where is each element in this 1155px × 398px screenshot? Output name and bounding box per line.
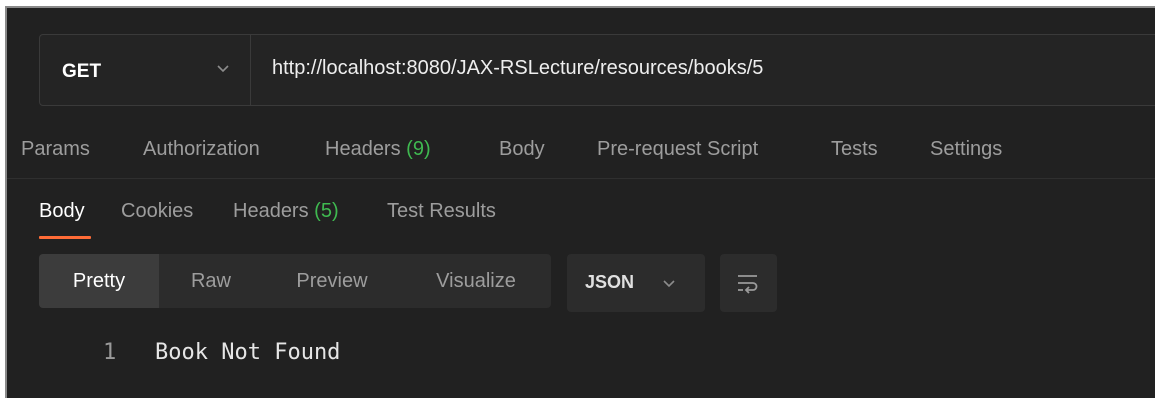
tab-pre-request-script[interactable]: Pre-request Script xyxy=(597,138,758,161)
line-number: 1 xyxy=(103,340,117,365)
response-tab-headers[interactable]: Headers (5) xyxy=(233,200,339,223)
method-label: GET xyxy=(62,61,102,82)
wrap-lines-icon xyxy=(738,275,758,294)
url-bar: GET http://localhost:8080/JAX-RSLecture/… xyxy=(39,34,1155,106)
method-select[interactable]: GET xyxy=(40,35,251,105)
active-tab-indicator xyxy=(39,236,91,239)
response-tab-headers-label: Headers xyxy=(233,200,309,222)
response-line-text: Book Not Found xyxy=(155,340,341,365)
postman-window: GET http://localhost:8080/JAX-RSLecture/… xyxy=(5,6,1155,398)
view-visualize-button[interactable]: Visualize xyxy=(401,254,551,308)
tab-headers[interactable]: Headers (9) xyxy=(325,138,431,161)
response-tab-headers-count: (5) xyxy=(314,200,339,222)
request-tabs: Params Authorization Headers (9) Body Pr… xyxy=(7,118,1155,179)
tab-params[interactable]: Params xyxy=(21,138,90,161)
wrap-lines-button[interactable] xyxy=(720,254,777,312)
response-tab-test-results[interactable]: Test Results xyxy=(387,200,496,223)
response-tab-cookies[interactable]: Cookies xyxy=(121,200,193,223)
tab-tests[interactable]: Tests xyxy=(831,138,878,161)
format-select[interactable]: JSON xyxy=(567,254,705,312)
view-pretty-button[interactable]: Pretty xyxy=(39,254,159,308)
chevron-down-icon xyxy=(663,280,675,288)
view-mode-group: Pretty Raw Preview Visualize xyxy=(39,254,551,308)
view-raw-button[interactable]: Raw xyxy=(159,254,263,308)
format-label: JSON xyxy=(585,272,635,292)
tab-settings[interactable]: Settings xyxy=(930,138,1002,161)
tab-headers-count: (9) xyxy=(406,138,431,160)
chevron-down-icon xyxy=(217,65,229,73)
view-preview-button[interactable]: Preview xyxy=(263,254,401,308)
response-tab-body[interactable]: Body xyxy=(39,200,85,223)
tab-headers-label: Headers xyxy=(325,138,401,160)
tab-authorization[interactable]: Authorization xyxy=(143,138,260,161)
tab-body[interactable]: Body xyxy=(499,138,545,161)
url-input[interactable]: http://localhost:8080/JAX-RSLecture/reso… xyxy=(272,57,763,80)
